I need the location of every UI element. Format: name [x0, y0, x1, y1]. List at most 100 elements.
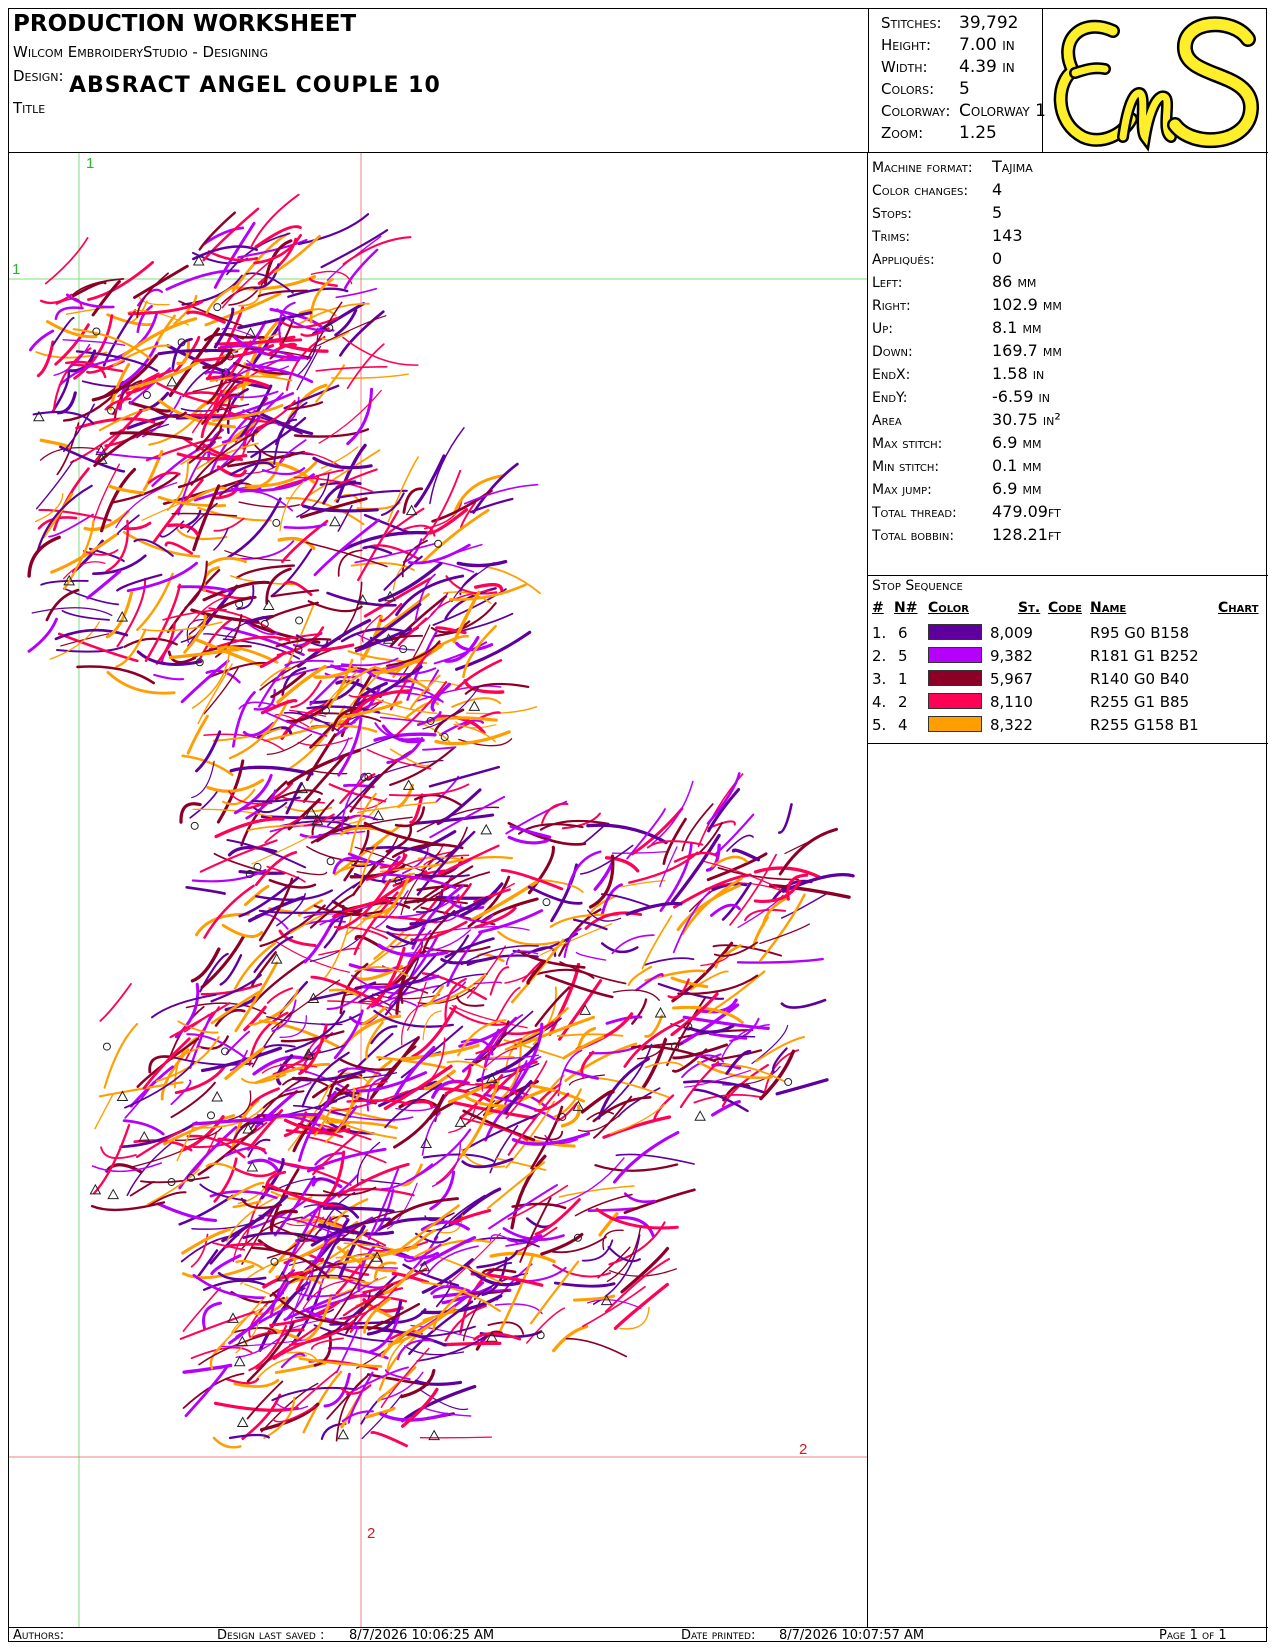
stitch-stroke [631, 998, 648, 1025]
stitch-stroke [122, 1119, 165, 1136]
info-label: Stops: [872, 206, 912, 222]
machine-info-panel: Machine format: Tajima Color changes: 4 Stop… [867, 153, 1268, 576]
stitch-stroke [307, 643, 355, 652]
stop-color-name: R181 G1 B252 [1090, 647, 1199, 665]
stitch-stroke [644, 1061, 684, 1069]
guide-label-h2: 2 [799, 1441, 808, 1458]
stat-row: Zoom: 1.25 [881, 123, 997, 143]
stitch-stroke [27, 617, 58, 653]
stop-stitches: 9,382 [990, 647, 1033, 665]
stop-marker-icon [244, 327, 257, 338]
stitch-stroke [421, 1112, 441, 1156]
stitch-stroke [456, 559, 508, 568]
stitch-stroke [778, 803, 793, 834]
design-canvas: 1 1 2 2 [9, 153, 867, 1627]
info-value: Tajima [992, 157, 1033, 176]
info-row: Total bobbin: 128.21ft [872, 525, 1061, 544]
info-label: Min stitch: [872, 459, 940, 475]
start-marker-icon [295, 616, 304, 625]
start-marker-icon [207, 1111, 216, 1120]
stat-label: Stitches: [881, 14, 942, 32]
info-row: Left: 86 mm [872, 272, 1036, 291]
stitch-stroke [505, 1100, 556, 1169]
stop-marker-icon [211, 1090, 223, 1102]
stitch-stroke [93, 1124, 131, 1195]
stitch-stroke [562, 1035, 605, 1060]
stitch-stroke [233, 1167, 278, 1178]
stitch-stroke [99, 983, 132, 1022]
info-value: -6.59 in [992, 387, 1050, 406]
info-row: Min stitch: 0.1 mm [872, 456, 1042, 475]
stitch-stroke [432, 1143, 461, 1187]
stitch-stroke [592, 1234, 641, 1305]
col-name: Name [1090, 600, 1127, 616]
stitch-stroke [266, 987, 294, 1004]
authors-label: Authors: [13, 1628, 65, 1643]
stitch-stroke [234, 961, 279, 1033]
stitch-stroke [731, 848, 761, 862]
stitch-stroke [61, 610, 110, 621]
stop-marker-icon [329, 515, 341, 527]
stitch-stroke [494, 1303, 543, 1315]
stat-value: 39,792 [959, 13, 1019, 33]
info-value: 102.9 mm [992, 295, 1062, 314]
stop-row: 2. 5 9,382 R181 G1 B252 [868, 645, 1268, 667]
stop-color-name: R95 G0 B158 [1090, 624, 1190, 642]
info-label: Left: [872, 275, 903, 291]
guide-label-v2: 2 [367, 1525, 376, 1542]
start-marker-icon [542, 898, 551, 907]
stop-stitches: 5,967 [990, 670, 1033, 688]
stitch-stroke [312, 1130, 361, 1176]
col-chart: Chart [1218, 600, 1259, 616]
printed-label: Date printed: [681, 1628, 756, 1643]
stop-needle: 4 [898, 716, 908, 734]
col-color: Color [928, 600, 969, 616]
stat-row: Stitches: 39,792 [881, 13, 1018, 33]
guide-label-v1: 1 [86, 155, 95, 172]
stitch-stroke [643, 957, 695, 966]
stat-value: 7.00 in [959, 35, 1015, 55]
stop-stitches: 8,009 [990, 624, 1033, 642]
stitch-stroke [28, 329, 55, 352]
stop-num: 4. [872, 693, 887, 711]
stop-marker-icon [233, 1355, 246, 1367]
stitch-stroke [615, 1153, 695, 1165]
info-value: 6.9 mm [992, 479, 1042, 498]
info-label: Up: [872, 321, 893, 337]
info-label: Max stitch: [872, 436, 943, 452]
stitch-stroke [486, 1161, 546, 1210]
stitch-stroke [604, 1257, 671, 1313]
info-label: Max jump: [872, 482, 932, 498]
stitch-stroke [755, 1035, 806, 1063]
stitch-stroke [558, 1185, 635, 1198]
stop-needle: 2 [898, 693, 908, 711]
stop-stitches: 8,322 [990, 716, 1033, 734]
info-row: Total thread: 479.09ft [872, 502, 1061, 521]
stat-label: Colors: [881, 80, 935, 98]
stitch-stroke [296, 345, 322, 391]
stitch-stroke [579, 825, 604, 846]
stitch-stroke [620, 1246, 670, 1294]
stat-row: Height: 7.00 in [881, 35, 1015, 55]
stitch-stroke [379, 716, 425, 723]
stop-marker-icon [480, 823, 493, 835]
info-value: 6.9 mm [992, 433, 1042, 452]
stitch-stroke [556, 1033, 624, 1037]
stat-label: Width: [881, 58, 928, 76]
info-value: 143 [992, 226, 1023, 245]
stat-value: 4.39 in [959, 57, 1015, 77]
info-label: Machine format: [872, 160, 973, 176]
stitch-stroke [370, 1431, 408, 1448]
color-swatch [928, 716, 982, 732]
stitch-stroke [203, 665, 240, 715]
stitch-stroke [72, 281, 107, 298]
info-row: Max jump: 6.9 mm [872, 479, 1042, 498]
stitch-stroke [185, 885, 226, 895]
stitch-stroke [473, 981, 502, 985]
stitch-stroke [250, 1087, 280, 1107]
stitch-stroke [346, 387, 374, 446]
info-value: 8.1 mm [992, 318, 1042, 337]
stop-needle: 6 [898, 624, 908, 642]
stop-row: 4. 2 8,110 R255 G1 B85 [868, 691, 1268, 713]
stitch-stroke [153, 673, 185, 681]
